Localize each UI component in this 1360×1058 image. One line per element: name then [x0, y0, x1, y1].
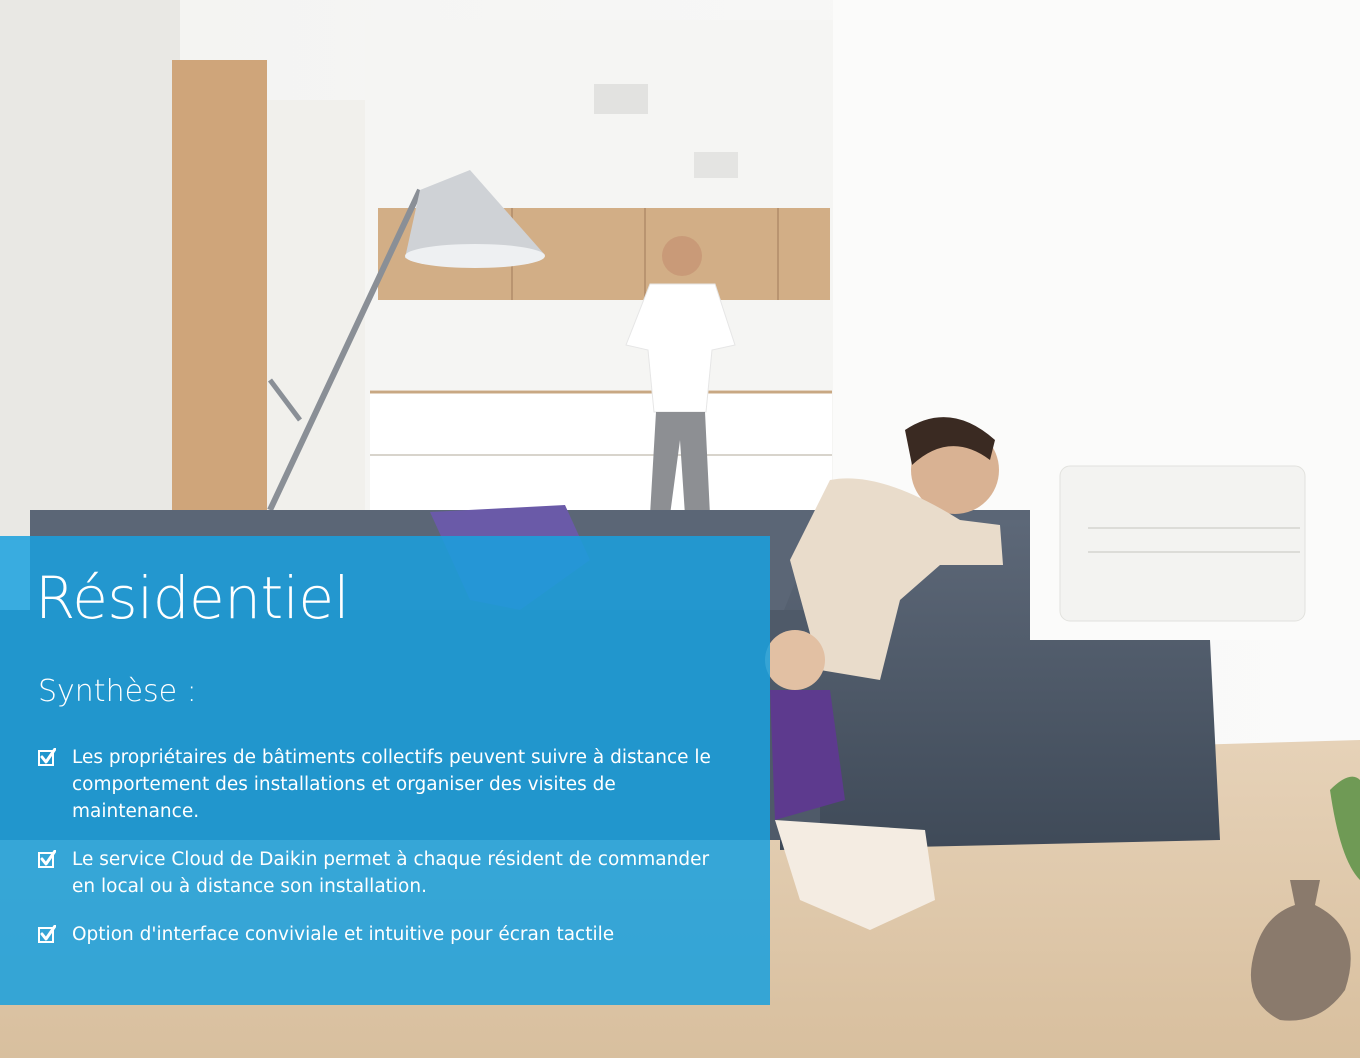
summary-panel: Résidentiel Synthèse : Les propriétaires… — [0, 536, 770, 1005]
page-title: Résidentiel — [35, 564, 350, 632]
residential-page: Résidentiel Synthèse : Les propriétaires… — [0, 0, 1360, 1058]
feature-item: Option d'interface conviviale et intuiti… — [38, 921, 740, 948]
feature-item: Le service Cloud de Daikin permet à chaq… — [38, 846, 740, 900]
feature-item: Les propriétaires de bâtiments collectif… — [38, 744, 740, 825]
checked-box-icon — [38, 748, 56, 766]
summary-heading: Synthèse : — [38, 674, 197, 709]
feature-list: Les propriétaires de bâtiments collectif… — [38, 744, 740, 948]
checked-box-icon — [38, 925, 56, 943]
checked-box-icon — [38, 850, 56, 868]
feature-text: Le service Cloud de Daikin permet à chaq… — [72, 849, 710, 897]
feature-text: Les propriétaires de bâtiments collectif… — [72, 747, 711, 822]
feature-text: Option d'interface conviviale et intuiti… — [72, 924, 615, 945]
